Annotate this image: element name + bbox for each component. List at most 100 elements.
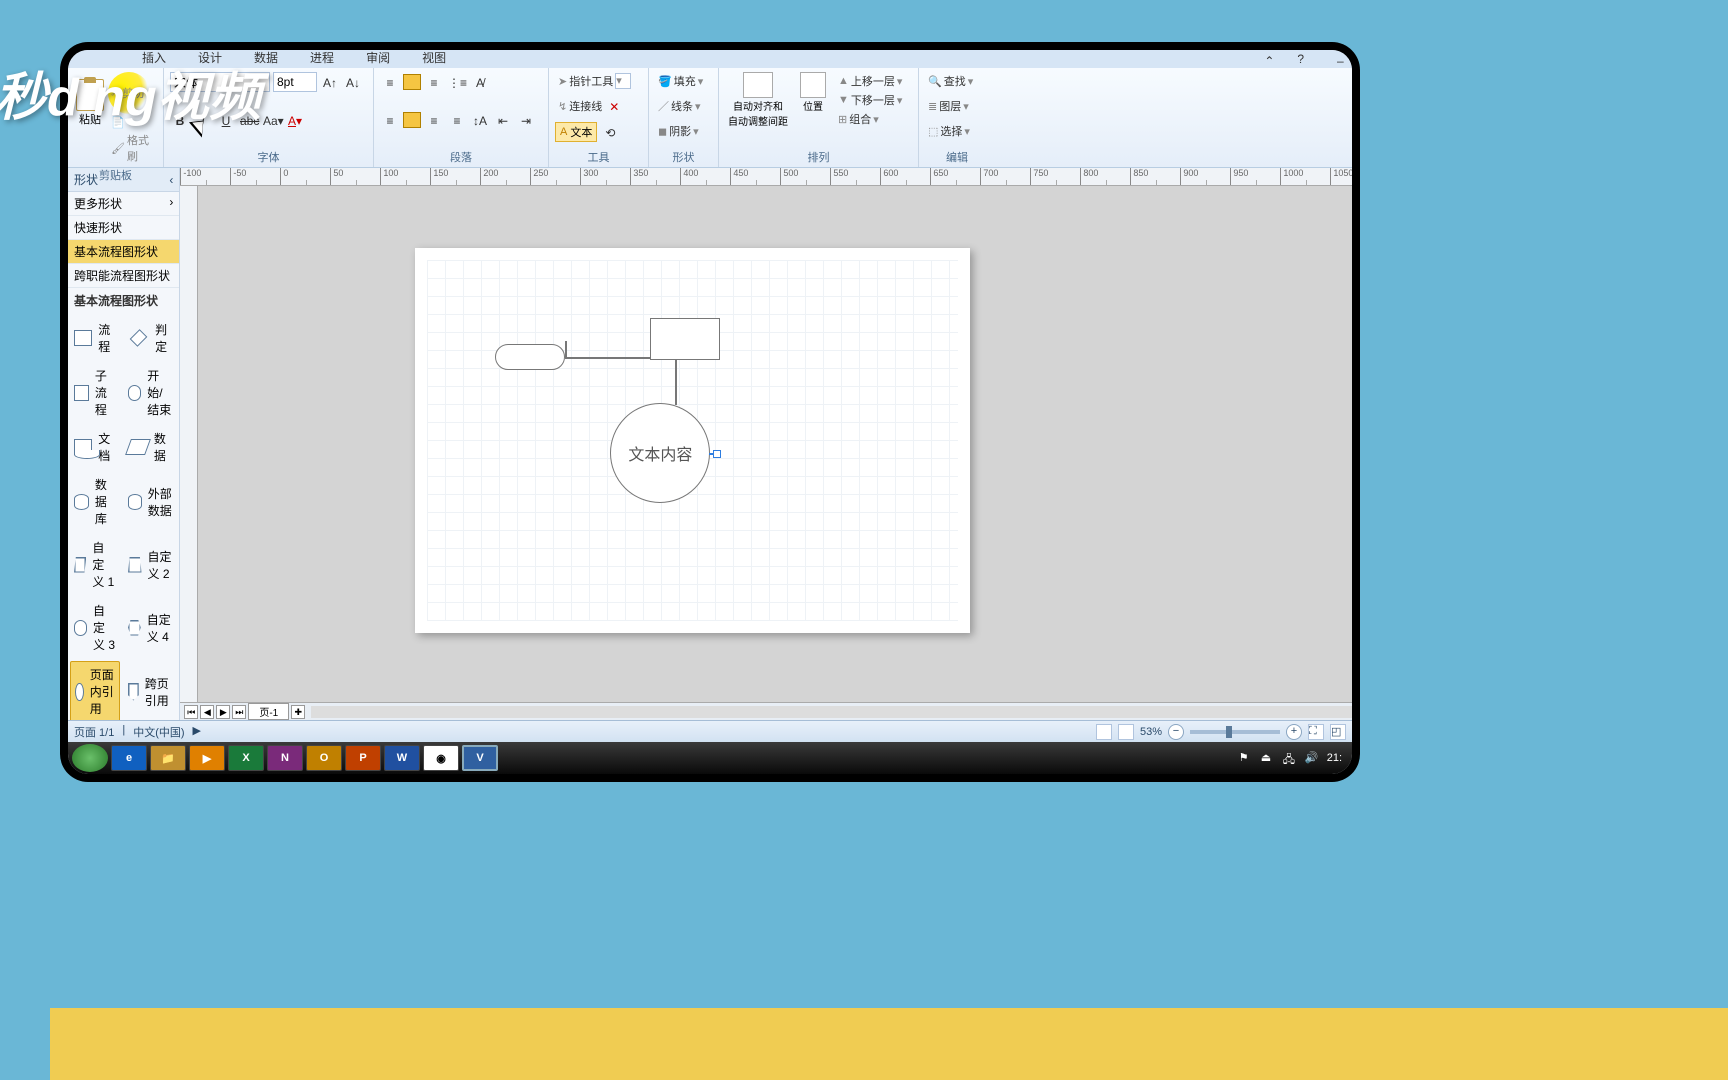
zoom-in-button[interactable]: +: [1286, 724, 1302, 740]
connector-tool-button[interactable]: ↯连接线✕: [555, 95, 642, 117]
taskbar-powerpoint[interactable]: P: [345, 745, 381, 771]
select-button[interactable]: ⬚选择▾: [925, 122, 989, 140]
close-icon[interactable]: ✕: [604, 96, 624, 116]
first-page-button[interactable]: ⏮: [184, 705, 198, 719]
terminator-shape[interactable]: [495, 344, 565, 370]
help-icon[interactable]: ?: [1283, 50, 1318, 68]
auto-align-button[interactable]: 自动对齐和 自动调整间距: [725, 72, 791, 128]
align-top-button[interactable]: ≡: [380, 72, 400, 92]
decrease-font-button[interactable]: A↓: [343, 72, 363, 92]
taskbar-visio[interactable]: V: [462, 745, 498, 771]
position-button[interactable]: 位置: [797, 72, 829, 113]
tray-flag-icon[interactable]: ⚑: [1239, 751, 1253, 765]
font-size-select[interactable]: [273, 72, 317, 92]
shape-onpage-ref[interactable]: 页面内引用: [70, 661, 120, 720]
fit-window-button[interactable]: ⛶: [1308, 724, 1324, 740]
zoom-out-button[interactable]: −: [1168, 724, 1184, 740]
tray-network-icon[interactable]: 🖧: [1283, 751, 1297, 765]
tab-process[interactable]: 进程: [296, 50, 348, 68]
pointer-tool-button[interactable]: ➤指针工具▾: [555, 72, 642, 90]
shape-terminator[interactable]: 开始/结束: [124, 363, 177, 422]
view-full-button[interactable]: [1118, 724, 1134, 740]
connector[interactable]: [675, 360, 677, 405]
shape-offpage-ref[interactable]: 跨页引用: [124, 661, 177, 720]
cross-functional-row[interactable]: 跨职能流程图形状: [68, 264, 179, 288]
language-indicator[interactable]: 中文(中国): [133, 724, 184, 740]
shape-process[interactable]: 流程: [70, 317, 120, 359]
collapse-icon[interactable]: ‹: [169, 173, 173, 187]
line-button[interactable]: ／线条▾: [655, 97, 712, 115]
fill-button[interactable]: 🪣填充▾: [655, 72, 712, 90]
send-backward-button[interactable]: ▼下移一层▾: [835, 91, 905, 109]
quick-shapes-row[interactable]: 快速形状: [68, 216, 179, 240]
align-right-button[interactable]: ≡: [424, 110, 444, 130]
shadow-button[interactable]: ◼阴影▾: [655, 122, 712, 140]
format-painter-button[interactable]: 🖌 格式刷: [108, 131, 157, 165]
layers-button[interactable]: ≣图层▾: [925, 97, 989, 115]
rotate-button[interactable]: ⟲: [600, 122, 620, 142]
taskbar-media[interactable]: ▶: [189, 745, 225, 771]
new-page-button[interactable]: ✚: [291, 705, 305, 719]
align-center-button[interactable]: [403, 112, 421, 128]
shape-decision[interactable]: 判定: [124, 317, 177, 359]
page-tab-1[interactable]: 页-1: [248, 703, 289, 720]
taskbar-excel[interactable]: X: [228, 745, 264, 771]
tab-review[interactable]: 审阅: [352, 50, 404, 68]
taskbar-onenote[interactable]: N: [267, 745, 303, 771]
start-button[interactable]: [72, 744, 108, 772]
next-page-button[interactable]: ▶: [216, 705, 230, 719]
align-left-button[interactable]: ≡: [380, 110, 400, 130]
font-color-button[interactable]: A▾: [285, 110, 305, 130]
last-page-button[interactable]: ⏭: [232, 705, 246, 719]
decrease-indent-button[interactable]: ⇤: [493, 110, 513, 130]
shape-text[interactable]: 文本内容: [628, 441, 692, 465]
align-middle-button[interactable]: ≡: [424, 72, 444, 92]
group-button[interactable]: ⊞组合▾: [835, 110, 905, 128]
zoom-percent[interactable]: 53%: [1140, 726, 1162, 738]
shape-custom2[interactable]: 自定义 2: [124, 535, 177, 594]
justify-button[interactable]: ≡: [447, 110, 467, 130]
resize-handle[interactable]: [709, 453, 717, 455]
increase-font-button[interactable]: A↑: [320, 72, 340, 92]
connector[interactable]: [565, 341, 567, 358]
shape-custom3[interactable]: 自定义 3: [70, 598, 120, 657]
connector[interactable]: [565, 357, 650, 359]
change-case-button[interactable]: Aa▾: [262, 110, 282, 130]
taskbar-explorer[interactable]: 📁: [150, 745, 186, 771]
dropdown-icon[interactable]: ▾: [615, 73, 631, 89]
bullets-button[interactable]: ⋮≡: [447, 72, 467, 92]
text-direction-button[interactable]: ↕A: [470, 110, 490, 130]
canvas[interactable]: 文本内容: [180, 186, 1352, 702]
zoom-slider[interactable]: [1190, 730, 1280, 734]
process-shape[interactable]: [650, 318, 720, 360]
window-minimize-icon[interactable]: –: [1322, 50, 1352, 68]
basic-flowchart-row[interactable]: 基本流程图形状: [68, 240, 179, 264]
macro-icon[interactable]: ▶: [193, 724, 201, 740]
clear-format-button[interactable]: A̸: [470, 72, 490, 92]
tray-volume-icon[interactable]: 🔊: [1305, 751, 1319, 765]
shape-custom4[interactable]: 自定义 4: [124, 598, 177, 657]
bring-forward-button[interactable]: ▲上移一层▾: [835, 72, 905, 90]
shape-external-data[interactable]: 外部数据: [124, 472, 177, 531]
shape-data[interactable]: 数据: [124, 426, 177, 468]
drawing-page[interactable]: 文本内容: [415, 248, 970, 633]
view-normal-button[interactable]: [1096, 724, 1112, 740]
taskbar-ie[interactable]: e: [111, 745, 147, 771]
taskbar-outlook[interactable]: O: [306, 745, 342, 771]
increase-indent-button[interactable]: ⇥: [516, 110, 536, 130]
shape-document[interactable]: 文档: [70, 426, 120, 468]
taskbar-chrome[interactable]: ◉: [423, 745, 459, 771]
taskbar-clock[interactable]: 21:: [1327, 752, 1342, 764]
shape-subprocess[interactable]: 子流程: [70, 363, 120, 422]
fill-color-button[interactable]: [403, 74, 421, 90]
minimize-ribbon-icon[interactable]: ⌃: [1249, 50, 1279, 68]
prev-page-button[interactable]: ◀: [200, 705, 214, 719]
horizontal-scrollbar[interactable]: [311, 706, 1352, 718]
tab-view[interactable]: 视图: [408, 50, 460, 68]
onpage-ref-shape[interactable]: 文本内容: [610, 403, 710, 503]
taskbar-word[interactable]: W: [384, 745, 420, 771]
text-tool-button[interactable]: A文本: [555, 122, 597, 142]
more-shapes-row[interactable]: 更多形状›: [68, 192, 179, 216]
tray-action-icon[interactable]: ⏏: [1261, 751, 1275, 765]
find-button[interactable]: 🔍查找▾: [925, 72, 989, 90]
